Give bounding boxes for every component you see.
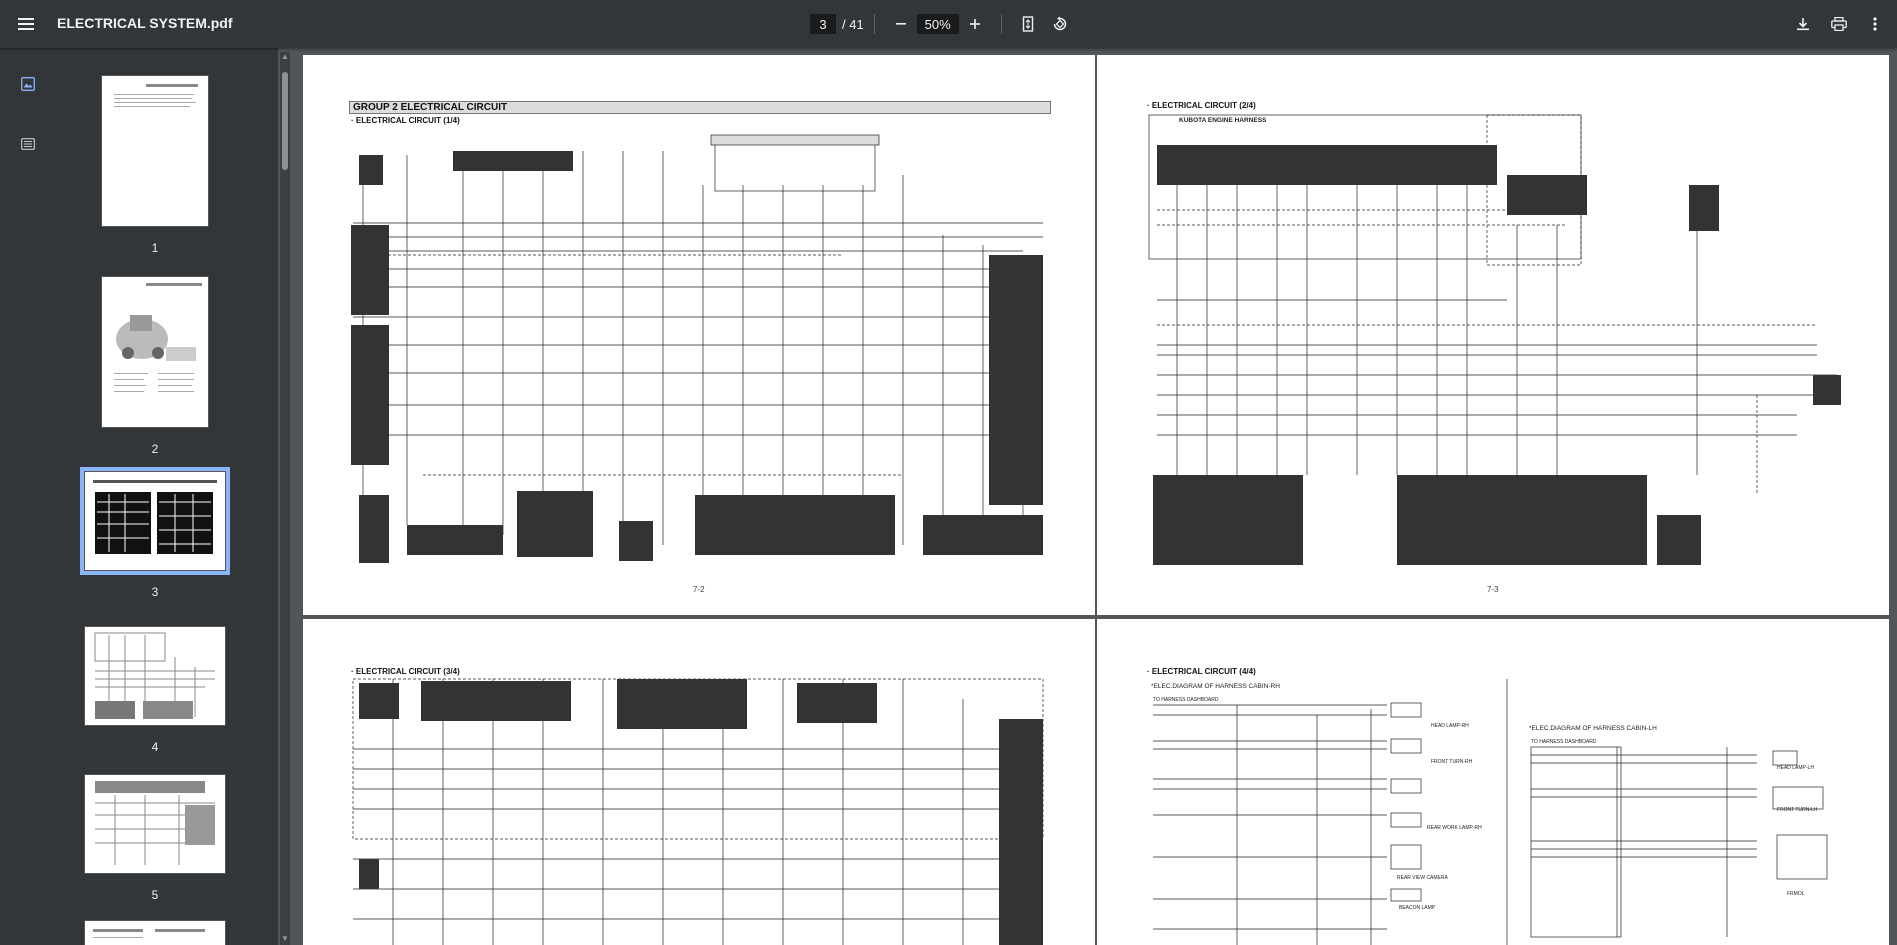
sidebar-scrollbar[interactable] — [280, 52, 290, 945]
circuit-diagram — [352, 678, 1044, 945]
circuit-diagram — [351, 134, 1043, 563]
thumbnail-label: 2 — [151, 442, 159, 456]
page-zoom-controls: / 41 — [810, 8, 1076, 40]
page-thumbnail — [84, 774, 226, 874]
page-thumbnail-selected — [80, 467, 230, 575]
thumbnail-list: 1 2 3 4 5 — [60, 48, 278, 945]
thumbnail-page-4[interactable]: 4 — [60, 626, 250, 754]
page-thumbnail — [101, 276, 209, 428]
thumbnail-label: 3 — [151, 585, 159, 599]
page-total: / 41 — [842, 16, 864, 32]
thumbnail-label: 4 — [151, 740, 159, 754]
pdf-toolbar: ELECTRICAL SYSTEM.pdf / 41 — [0, 0, 1897, 48]
outline-icon[interactable] — [12, 128, 44, 160]
zoom-out-icon[interactable] — [885, 8, 917, 40]
sidebar-scrollbar-thumb[interactable] — [282, 72, 288, 170]
thumbnail-label: 5 — [151, 888, 159, 902]
thumbnails-icon[interactable] — [12, 68, 44, 100]
toolbar-divider — [873, 14, 875, 34]
thumbnail-page-6[interactable] — [60, 920, 250, 945]
page-thumbnail — [84, 920, 226, 945]
thumbnail-label: 1 — [151, 241, 159, 255]
page-number-label: 7-3 — [1487, 585, 1499, 594]
circuit-diagram — [1148, 114, 1841, 565]
thumbnail-page-1[interactable]: 1 — [60, 75, 250, 255]
thumbnail-sidebar: 1 2 3 4 5 — [0, 48, 278, 945]
thumbnail-page-5[interactable]: 5 — [60, 774, 250, 902]
pdf-page-6: · ELECTRICAL CIRCUIT (4/4) *ELEC.DIAGRAM… — [1097, 619, 1889, 945]
scroll-up-icon[interactable]: ▲ — [280, 52, 290, 62]
print-icon[interactable] — [1823, 8, 1855, 40]
download-icon[interactable] — [1787, 8, 1819, 40]
page-number-input[interactable] — [810, 14, 836, 34]
fit-page-icon[interactable] — [1012, 8, 1044, 40]
pdf-page-5: · ELECTRICAL CIRCUIT (3/4) — [303, 619, 1095, 945]
zoom-in-icon[interactable] — [959, 8, 991, 40]
scroll-down-icon[interactable]: ▼ — [280, 934, 290, 944]
sidebar-view-switcher — [12, 68, 44, 188]
page-thumbnail — [101, 75, 209, 227]
document-title: ELECTRICAL SYSTEM.pdf — [57, 15, 233, 31]
zoom-input[interactable] — [916, 14, 959, 34]
circuit-diagram — [1153, 679, 1828, 945]
right-controls — [1787, 8, 1891, 40]
thumbnail-page-3[interactable]: 3 — [60, 467, 250, 599]
toolbar-divider — [1000, 14, 1002, 34]
thumbnail-page-2[interactable]: 2 — [60, 276, 250, 456]
pdf-page-3: GROUP 2 ELECTRICAL CIRCUIT · ELECTRICAL … — [303, 55, 1095, 615]
page-thumbnail — [84, 626, 226, 726]
pdf-page-4: · ELECTRICAL CIRCUIT (2/4) KUBOTA ENGINE… — [1097, 55, 1889, 615]
more-vert-icon[interactable] — [1859, 8, 1891, 40]
page-number-label: 7-2 — [693, 585, 705, 594]
rotate-icon[interactable] — [1044, 8, 1076, 40]
menu-icon[interactable] — [10, 8, 42, 40]
